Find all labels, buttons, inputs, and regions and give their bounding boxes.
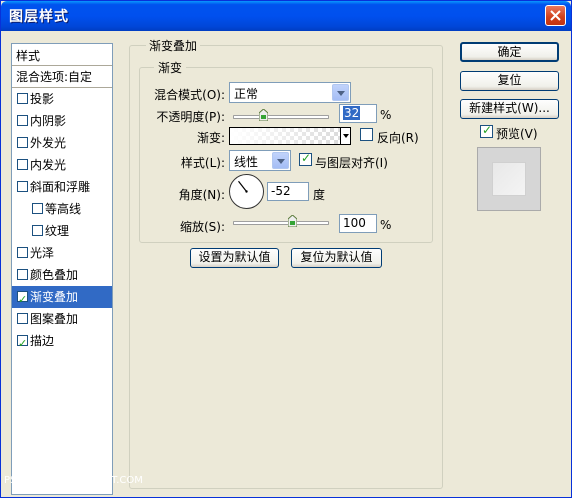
align-layer-checkbox[interactable] [299,151,312,166]
style-item-label: 图案叠加 [30,312,79,326]
style-item[interactable]: 图案叠加 [12,308,112,330]
chevron-down-icon [332,84,349,101]
style-select[interactable]: 线性 [229,150,291,171]
scale-value: 100 [343,216,366,230]
ok-button[interactable]: 确定 [460,42,559,62]
style-label: 样式(L): [180,156,225,170]
window-title: 图层样式 [9,9,69,25]
reset-default-button[interactable]: 复位为默认值 [291,248,382,268]
opacity-slider-thumb[interactable] [259,109,269,121]
style-item-label: 内发光 [30,158,67,172]
angle-value: -52 [271,184,291,198]
style-item[interactable]: 描边 [12,330,112,355]
layer-style-dialog: 图层样式 样式 混合选项:自定 投影内阴影外发光内发光斜面和浮雕等高线纹理光泽颜… [0,0,572,498]
style-item-label: 外发光 [30,136,67,150]
style-item-checkbox[interactable] [17,289,28,311]
style-item[interactable]: 纹理 [12,220,112,242]
style-item-label: 描边 [30,334,55,348]
angle-dial-needle [238,180,248,193]
style-item-checkbox[interactable] [17,333,28,355]
angle-dial[interactable] [229,174,264,209]
angle-input[interactable]: -52 [267,182,309,201]
styles-header: 样式 [12,44,112,66]
style-item-checkbox[interactable] [17,181,28,192]
style-item-label: 光泽 [30,246,55,260]
style-item-label: 投影 [30,92,55,106]
reverse-label: 反向(R) [377,131,419,145]
reverse-checkbox[interactable] [360,128,373,141]
gradient-overlay-title: 渐变叠加 [146,37,201,54]
scale-slider-thumb[interactable] [288,215,298,227]
opacity-slider-track[interactable] [233,115,329,119]
style-item-label: 纹理 [45,224,70,238]
opacity-input[interactable]: 32 [339,104,377,123]
style-item-checkbox[interactable] [17,93,28,104]
style-item[interactable]: 内阴影 [12,110,112,132]
style-item-checkbox[interactable] [17,159,28,170]
styles-list: 样式 混合选项:自定 投影内阴影外发光内发光斜面和浮雕等高线纹理光泽颜色叠加渐变… [11,43,113,495]
angle-unit: 度 [313,188,326,202]
style-item-checkbox[interactable] [17,115,28,126]
new-style-button[interactable]: 新建样式(W)... [460,99,559,119]
angle-label: 角度(N): [178,188,225,202]
gradient-picker[interactable] [229,127,351,145]
style-item-checkbox[interactable] [17,137,28,148]
close-icon [550,10,561,21]
style-item-label: 斜面和浮雕 [30,180,91,194]
style-preview-swatch [477,147,541,211]
style-item-label: 等高线 [45,202,82,216]
style-item-checkbox[interactable] [17,269,28,280]
style-item-label: 内阴影 [30,114,67,128]
scale-slider-track[interactable] [233,221,329,225]
scale-input[interactable]: 100 [339,214,377,233]
gradient-subgroup-title: 渐变 [154,59,187,76]
style-item-checkbox[interactable] [17,313,28,324]
style-item[interactable]: 内发光 [12,154,112,176]
align-layer-label: 与图层对齐(I) [315,156,388,170]
style-item[interactable]: 投影 [12,88,112,110]
style-item[interactable]: 外发光 [12,132,112,154]
style-item[interactable]: 光泽 [12,242,112,264]
scale-label: 缩放(S): [179,220,225,234]
scale-percent: % [380,218,392,232]
style-item[interactable]: 斜面和浮雕 [12,176,112,198]
opacity-value: 32 [343,106,361,120]
dialog-content: 样式 混合选项:自定 投影内阴影外发光内发光斜面和浮雕等高线纹理光泽颜色叠加渐变… [1,31,571,497]
reset-button[interactable]: 复位 [460,71,559,91]
blend-options-item[interactable]: 混合选项:自定 [12,66,112,88]
style-item-label: 渐变叠加 [30,290,79,304]
style-item[interactable]: 颜色叠加 [12,264,112,286]
gradient-label: 渐变: [196,131,225,145]
preview-checkbox[interactable] [480,123,493,138]
style-item[interactable]: 等高线 [12,198,112,220]
style-item-label: 颜色叠加 [30,268,79,282]
blend-mode-value: 正常 [234,87,259,101]
style-value: 线性 [234,155,259,169]
gradient-dropdown-icon[interactable] [340,128,350,144]
style-item-checkbox[interactable] [32,203,43,214]
opacity-label: 不透明度(P): [156,110,225,124]
close-button[interactable] [545,5,566,26]
blend-mode-select[interactable]: 正常 [229,82,351,103]
set-default-button[interactable]: 设置为默认值 [190,248,279,268]
style-item-checkbox[interactable] [32,225,43,236]
opacity-percent: % [380,108,392,122]
watermark-text: PS学堂 — www.52PSXT.COM [4,475,143,486]
style-item-checkbox[interactable] [17,247,28,258]
preview-inner-square [492,162,526,196]
preview-label: 预览(V) [496,127,538,141]
chevron-down-icon [272,152,289,169]
style-item[interactable]: 渐变叠加 [12,286,112,311]
title-bar[interactable]: 图层样式 [1,1,571,31]
blend-mode-label: 混合模式(O): [154,88,225,102]
